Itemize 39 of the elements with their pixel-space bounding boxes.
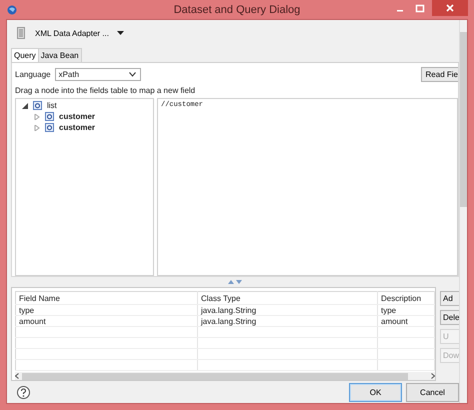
table-cell: java.lang.String [198,316,378,326]
language-select[interactable]: xPath [54,68,141,80]
read-fields-button[interactable]: Read Fie [420,66,458,82]
help-icon[interactable] [17,386,30,398]
hint-text: Drag a node into the fields table to map a new field [15,86,196,95]
element-icon [33,101,42,110]
tab[interactable]: Query [11,48,39,62]
table-cell: type [16,304,198,316]
element-icon [45,112,54,121]
caret-icon [116,31,124,35]
dialog-button[interactable]: Cancel [406,382,459,402]
chevron-icon [128,72,136,76]
adapter-dropdown[interactable]: XML Data Adapter ... [35,28,124,38]
element-icon [45,123,54,132]
column-header[interactable]: Field Name [16,292,198,304]
dialog-button[interactable]: OK [349,382,402,402]
column-header[interactable]: Class Type [198,292,378,304]
table-cell: java.lang.String [198,304,378,316]
table-cell: amount [16,316,198,326]
expanded-icon[interactable] [22,102,28,108]
table-cell: amount [378,316,434,326]
vertical-scrollbar[interactable] [459,20,467,403]
database-icon [17,27,25,39]
horizontal-scrollbar[interactable] [15,372,435,380]
splitter-arrows-icon[interactable] [228,280,242,285]
table-cell: type [378,304,434,316]
collapsed-icon[interactable] [34,124,40,130]
side-button[interactable]: Dele [440,310,460,325]
side-button[interactable]: Ad [440,291,460,306]
close-icon[interactable] [432,0,468,16]
app-icon [7,4,17,14]
column-header[interactable]: Description [378,292,434,304]
language-label: Language [15,70,51,78]
window-title: Dataset and Query Dialog [174,4,300,16]
tab[interactable]: Java Bean [38,48,82,62]
collapsed-icon[interactable] [34,114,40,120]
tree-item[interactable]: list [47,101,57,110]
tree-item[interactable]: customer [59,112,96,121]
tree-item[interactable]: customer [59,123,96,132]
